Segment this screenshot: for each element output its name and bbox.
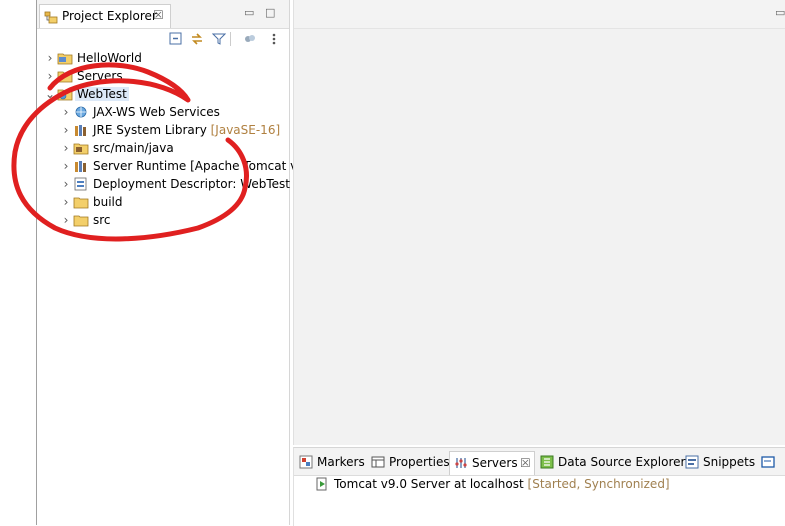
close-icon[interactable]: ☒ — [153, 8, 164, 22]
tree-item-label: src — [93, 213, 111, 227]
tab-console[interactable] — [761, 453, 781, 475]
tab-properties[interactable]: Properties — [371, 453, 450, 475]
server-name: Tomcat v9.0 Server at localhost — [334, 477, 524, 491]
server-status: [Started, Synchronized] — [527, 477, 670, 491]
expand-arrow-icon[interactable]: › — [61, 213, 71, 227]
tree-item-label-text: JRE System Library — [93, 123, 207, 137]
expand-arrow-icon[interactable]: › — [61, 177, 71, 191]
tree-item-label: Server Runtime [Apache Tomcat v9. — [93, 159, 309, 173]
snippets-icon — [685, 455, 699, 469]
tree-item-label: HelloWorld — [77, 51, 142, 65]
expand-arrow-icon[interactable]: › — [61, 195, 71, 209]
data-source-icon — [540, 455, 554, 469]
tree-item-label: JRE System Library [JavaSE-16] — [93, 123, 280, 137]
descriptor-icon — [73, 177, 89, 191]
server-started-icon — [316, 477, 328, 491]
library-icon — [73, 123, 89, 137]
minimize-icon[interactable]: ▭ — [244, 6, 254, 19]
tree-item-label: src/main/java — [93, 141, 174, 155]
minimize-icon[interactable]: ▭ — [775, 6, 785, 19]
filter-icon[interactable] — [211, 32, 227, 46]
server-label: Tomcat v9.0 Server at localhost [Started… — [334, 477, 670, 491]
project-explorer-tabbar: Project Explorer ☒ ▭ □ — [37, 0, 289, 29]
tab-servers[interactable]: Servers ☒ — [449, 451, 535, 475]
folder-icon — [73, 195, 89, 209]
maximize-icon[interactable]: □ — [265, 6, 275, 19]
project-folder-icon — [57, 51, 73, 65]
tree-item-label: WebTest — [75, 87, 129, 101]
tab-project-explorer[interactable]: Project Explorer ☒ — [39, 4, 171, 28]
bottom-tabbar: Markers Properties Servers ☒ Data Source… — [294, 448, 785, 476]
web-project-icon — [57, 87, 73, 101]
tab-project-explorer-label: Project Explorer — [62, 9, 157, 23]
focus-task-icon[interactable] — [243, 32, 257, 46]
tab-label: Snippets — [703, 455, 756, 469]
library-icon — [73, 159, 89, 173]
tab-label: Data Source Explorer — [558, 455, 686, 469]
folder-icon — [57, 69, 73, 83]
tab-label: Markers — [317, 455, 365, 469]
editor-tabbar: ▭ — [294, 0, 785, 29]
tab-label: Properties — [389, 455, 450, 469]
servers-icon — [454, 456, 468, 470]
tree-item-label: Servers — [77, 69, 123, 83]
tab-snippets[interactable]: Snippets — [685, 453, 756, 475]
folder-icon — [73, 213, 89, 227]
tab-markers[interactable]: Markers — [299, 453, 367, 475]
tree-item-label: JAX-WS Web Services — [93, 105, 220, 119]
collapse-all-icon[interactable] — [169, 32, 183, 46]
link-with-editor-icon[interactable] — [190, 32, 204, 46]
markers-icon — [299, 455, 313, 469]
project-explorer-toolbar — [37, 29, 289, 51]
tree-item-label: Deployment Descriptor: WebTest — [93, 177, 290, 191]
tree-item-label: build — [93, 195, 123, 209]
project-explorer-icon — [44, 10, 58, 27]
tab-label: Servers — [472, 456, 518, 470]
collapse-arrow-icon[interactable]: ⌄ — [45, 87, 55, 101]
close-icon[interactable]: ☒ — [520, 456, 531, 470]
project-explorer-view: Project Explorer ☒ ▭ □ › HelloWorld › Se… — [37, 0, 309, 525]
expand-arrow-icon[interactable]: › — [61, 159, 71, 173]
expand-arrow-icon[interactable]: › — [61, 141, 71, 155]
expand-arrow-icon[interactable]: › — [45, 69, 55, 83]
view-menu-icon[interactable] — [267, 32, 281, 46]
expand-arrow-icon[interactable]: › — [45, 51, 55, 65]
toolbar-separator — [230, 32, 231, 46]
expand-arrow-icon[interactable]: › — [61, 105, 71, 119]
editor-area[interactable]: ▭ — [293, 0, 785, 445]
properties-icon — [371, 455, 385, 469]
source-folder-icon — [73, 141, 89, 155]
web-services-icon — [73, 105, 89, 119]
tree-item-decoration: [JavaSE-16] — [210, 123, 281, 137]
expand-arrow-icon[interactable]: › — [61, 123, 71, 137]
console-icon — [761, 455, 775, 469]
bottom-panel: Markers Properties Servers ☒ Data Source… — [293, 447, 785, 526]
tab-data-source-explorer[interactable]: Data Source Explorer — [540, 453, 685, 475]
